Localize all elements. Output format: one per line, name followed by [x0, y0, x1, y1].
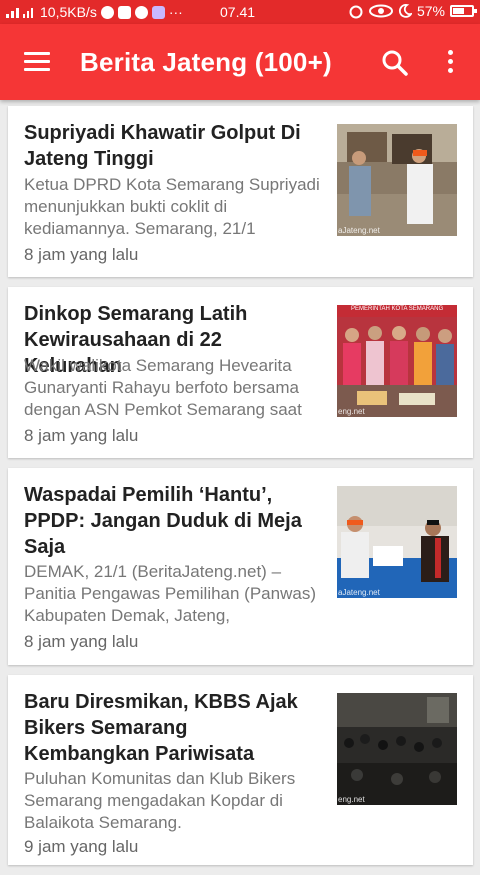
article-thumbnail[interactable]: eng.net: [337, 693, 457, 805]
article-snippet: DEMAK, 21/1 (BeritaJateng.net) – Panitia…: [24, 562, 316, 625]
article-time: 8 jam yang lalu: [24, 632, 139, 651]
thumbnail-watermark: eng.net: [338, 795, 365, 804]
shield-icon: [117, 5, 131, 19]
twitter-icon: [134, 5, 148, 19]
article-title: Baru Diresmikan, KBBS Ajak Bikers Semara…: [24, 691, 298, 765]
telegram-icon: [100, 5, 114, 19]
article-snippet: Puluhan Komunitas dan Klub Bikers Semara…: [24, 769, 296, 832]
signal-icon: [6, 8, 33, 18]
article-title: Supriyadi Khawatir Golput Di Jateng Ting…: [24, 122, 301, 170]
moon-icon: [398, 4, 412, 18]
app-bar: Berita Jateng (100+): [0, 24, 480, 100]
battery-icon: [450, 5, 477, 17]
network-speed: 10,5KB/s: [40, 4, 97, 20]
thumbnail-watermark: eng.net: [338, 407, 365, 416]
alarm-icon: [349, 5, 363, 19]
page-title: Berita Jateng (100+): [80, 47, 332, 77]
eye-icon: [368, 4, 393, 18]
article-snippet: Ketua DPRD Kota Semarang Supriyadi menun…: [24, 175, 320, 238]
article-title: Waspadai Pemilih ‘Hantu’, PPDP: Jangan D…: [24, 484, 302, 558]
hamburger-menu-icon[interactable]: [24, 52, 50, 72]
thumbnail-banner: PEMERINTAH KOTA SEMARANG: [351, 306, 444, 312]
article-time: 8 jam yang lalu: [24, 245, 139, 264]
search-icon[interactable]: [380, 48, 410, 78]
battery-percent: 57%: [416, 3, 445, 19]
more-vert-icon[interactable]: [444, 50, 456, 78]
thumbnail-watermark: aJateng.net: [338, 226, 380, 235]
app-notification-icon: [151, 5, 165, 19]
article-thumbnail[interactable]: aJateng.net: [337, 486, 457, 598]
article-thumbnail[interactable]: aJateng.net: [337, 124, 457, 236]
article-card[interactable]: Baru Diresmikan, KBBS Ajak Bikers Semara…: [8, 675, 473, 865]
more-notifications-icon: ···: [168, 4, 183, 20]
article-card[interactable]: Waspadai Pemilih ‘Hantu’, PPDP: Jangan D…: [8, 468, 473, 665]
article-time: 9 jam yang lalu: [24, 837, 139, 856]
article-list: Supriyadi Khawatir Golput Di Jateng Ting…: [8, 106, 473, 875]
article-card[interactable]: Dinkop Semarang Latih Kewirausahaan di 2…: [8, 287, 473, 458]
article-snippet: Wakil walikota Semarang Hevearita Gunary…: [24, 356, 302, 419]
thumbnail-watermark: aJateng.net: [338, 588, 380, 597]
article-time: 8 jam yang lalu: [24, 426, 139, 445]
article-card[interactable]: Supriyadi Khawatir Golput Di Jateng Ting…: [8, 106, 473, 277]
article-thumbnail[interactable]: PEMERINTAH KOTA SEMARANG eng.net: [337, 305, 457, 417]
status-bar: 10,5KB/s ··· 07.41 57%: [0, 0, 480, 24]
clock: 07.41: [220, 4, 256, 20]
